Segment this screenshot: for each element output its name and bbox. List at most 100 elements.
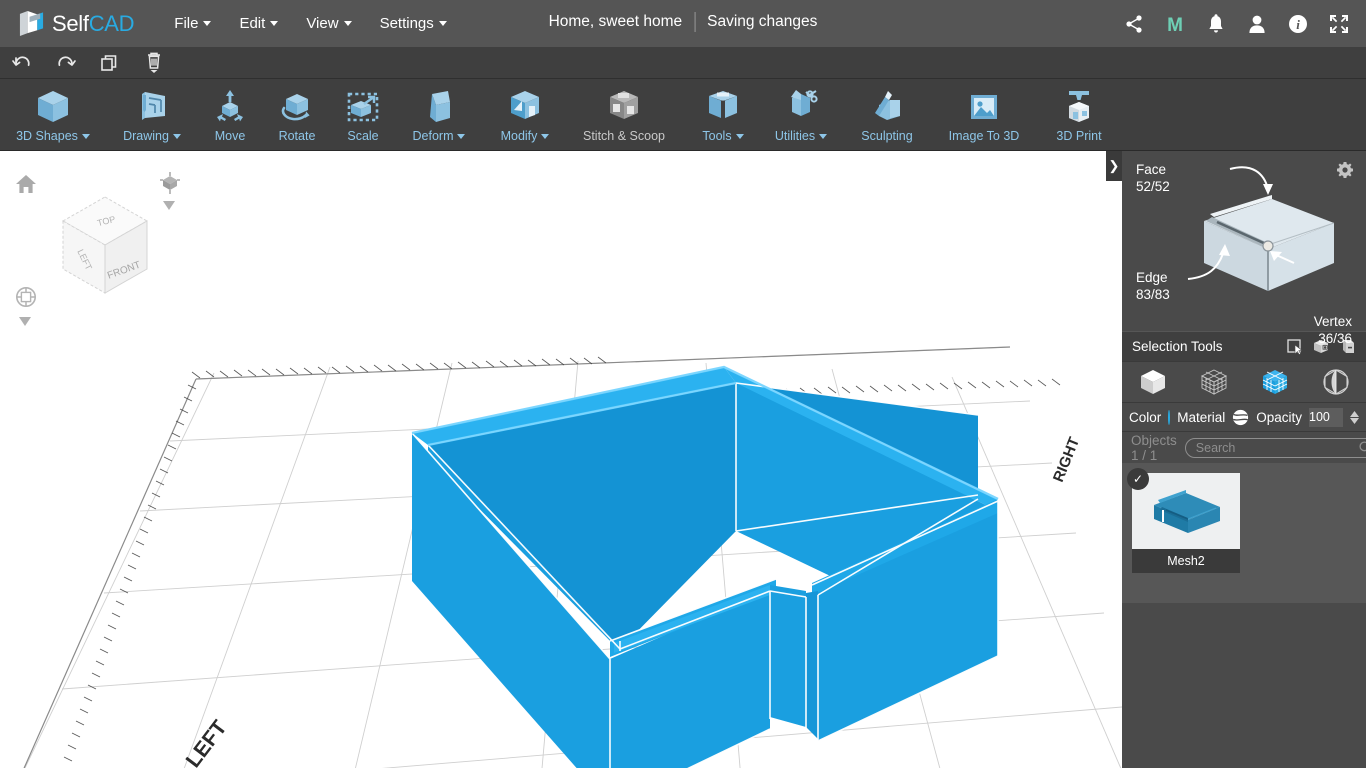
home-view-button[interactable] <box>15 173 37 200</box>
material-sphere-icon[interactable] <box>1232 409 1249 426</box>
scale-icon <box>342 86 384 128</box>
ribbon-tool-label: 3D Shapes <box>16 129 90 143</box>
svg-text:i: i <box>1296 17 1300 32</box>
header-icon-group: M i <box>1123 0 1350 47</box>
ribbon-tool-label: Rotate <box>279 129 316 143</box>
chevron-down-icon <box>81 133 90 139</box>
home-icon <box>16 175 36 193</box>
menu-view[interactable]: View <box>292 9 365 38</box>
objects-count-label: Objects 1 / 1 <box>1131 432 1177 463</box>
rectangle-select-icon[interactable] <box>1287 338 1304 355</box>
ribbon-tool-3d-shapes[interactable]: 3D Shapes <box>8 79 98 151</box>
ribbon-tool-tools[interactable]: Tools <box>688 79 758 151</box>
redo-button[interactable] <box>44 47 88 79</box>
mode-wireframe-icon[interactable] <box>1192 367 1236 397</box>
ribbon-tool-label: Scale <box>347 129 378 143</box>
chevron-down-icon <box>343 21 352 26</box>
edit-toolbar <box>0 47 1366 79</box>
info-icon[interactable]: i <box>1287 13 1309 35</box>
menu-settings[interactable]: Settings <box>366 9 461 38</box>
app-logo[interactable]: SelfCAD <box>18 10 135 38</box>
drawing-icon <box>131 86 173 128</box>
mode-object-icon[interactable] <box>1131 367 1175 397</box>
edge-selection-info: Edge 83/83 <box>1136 269 1170 303</box>
3d-viewport[interactable]: Y X Z LEFT RIGHT 191.00 -33.00 <box>0 151 1122 768</box>
label-text: Deform <box>412 129 454 143</box>
chevron-down-icon <box>819 133 828 139</box>
ribbon-tool-sculpting[interactable]: Sculpting <box>846 79 928 151</box>
ribbon-tool-scale[interactable]: Scale <box>334 79 392 151</box>
ribbon-tool-3d-print[interactable]: 3D Print <box>1042 79 1116 151</box>
user-account-icon[interactable] <box>1246 13 1268 35</box>
view-cube[interactable]: TOP LEFT FRONT <box>55 191 155 301</box>
right-panel: ❯ Face 52/52 Edge 83/83 Vertex 36/36 Sel… <box>1106 151 1366 768</box>
label-text: Utilities <box>774 129 816 143</box>
label-text: Tools <box>702 129 732 143</box>
opacity-stepper[interactable] <box>1350 410 1359 424</box>
fullscreen-icon[interactable] <box>1328 13 1350 35</box>
m-logo-icon[interactable]: M <box>1164 13 1186 35</box>
menu-view-label: View <box>306 15 339 32</box>
ribbon-tool-label: Image To 3D <box>949 129 1020 143</box>
share-icon[interactable] <box>1123 13 1145 35</box>
chevron-down-icon <box>172 133 181 139</box>
logo-cad: CAD <box>88 10 135 36</box>
label-text: 3D Print <box>1056 129 1102 143</box>
ribbon-tool-rotate[interactable]: Rotate <box>264 79 330 151</box>
objects-search-input[interactable] <box>1184 437 1366 458</box>
ribbon-tool-modify[interactable]: Modify <box>486 79 564 151</box>
ribbon-tool-label: 3D Print <box>1056 129 1101 143</box>
ribbon-tool-label: Sculpting <box>861 129 912 143</box>
svg-text:M: M <box>1167 15 1183 34</box>
trash-icon <box>148 52 160 73</box>
logo-text: SelfCAD <box>52 10 135 37</box>
perspective-toggle-icon <box>160 172 180 194</box>
label-text: Image To 3D <box>948 129 1020 143</box>
copy-button[interactable] <box>88 47 132 79</box>
redo-icon <box>58 55 76 66</box>
ribbon-tool-image-to-3d[interactable]: Image To 3D <box>930 79 1038 151</box>
vertex-selection-info: Vertex 36/36 <box>1314 313 1352 347</box>
chevron-up-icon <box>1350 410 1359 417</box>
undo-button[interactable] <box>0 47 44 79</box>
menu-edit[interactable]: Edit <box>225 9 292 38</box>
selection-tools-label: Selection Tools <box>1132 339 1223 354</box>
color-swatch[interactable] <box>1168 409 1171 425</box>
menu-settings-label: Settings <box>379 15 434 32</box>
ribbon-tool-stitch-scoop[interactable]: Stitch & Scoop <box>562 79 686 151</box>
zoom-extents-button[interactable] <box>15 286 37 313</box>
main-menu-bar: File Edit View Settings <box>160 9 460 38</box>
document-title[interactable]: Home, sweet home <box>549 13 683 31</box>
ribbon-tool-deform[interactable]: Deform <box>398 79 480 151</box>
ribbon-tool-drawing[interactable]: Drawing <box>110 79 194 151</box>
label-text: Sculpting <box>861 129 913 143</box>
ribbon-tool-utilities[interactable]: Utilities <box>760 79 842 151</box>
chevron-down-icon <box>270 21 279 26</box>
objects-search-wrap <box>1184 437 1366 458</box>
modify-icon <box>504 86 546 128</box>
label-text: Rotate <box>278 129 316 143</box>
perspective-toggle-button[interactable] <box>158 171 182 200</box>
opacity-input[interactable] <box>1309 407 1343 427</box>
stitch-scoop-icon <box>603 86 645 128</box>
opacity-label: Opacity <box>1256 409 1302 425</box>
perspective-dropdown-button[interactable] <box>163 197 175 215</box>
list-item[interactable]: ✓ Mesh2 <box>1127 468 1240 573</box>
mode-smooth-icon[interactable] <box>1314 367 1358 397</box>
menu-file-label: File <box>174 15 199 32</box>
tools-icon <box>702 86 744 128</box>
copy-icon <box>101 54 117 71</box>
delete-button[interactable] <box>132 47 176 79</box>
logo-self: Self <box>52 10 89 36</box>
menu-file[interactable]: File <box>160 9 225 38</box>
undo-icon <box>12 55 30 66</box>
app-header: SelfCAD File Edit View Settings Home, sw… <box>0 0 1366 47</box>
ribbon-tool-label: Modify <box>501 129 550 143</box>
save-status: Saving changes <box>707 13 818 30</box>
notifications-bell-icon[interactable] <box>1205 13 1227 35</box>
vertex-label: Vertex <box>1313 314 1352 329</box>
mode-polygon-icon[interactable] <box>1253 367 1297 397</box>
zoom-dropdown-button[interactable] <box>19 313 31 331</box>
panel-collapse-toggle[interactable]: ❯ <box>1106 151 1122 181</box>
ribbon-tool-move[interactable]: Move <box>200 79 260 151</box>
